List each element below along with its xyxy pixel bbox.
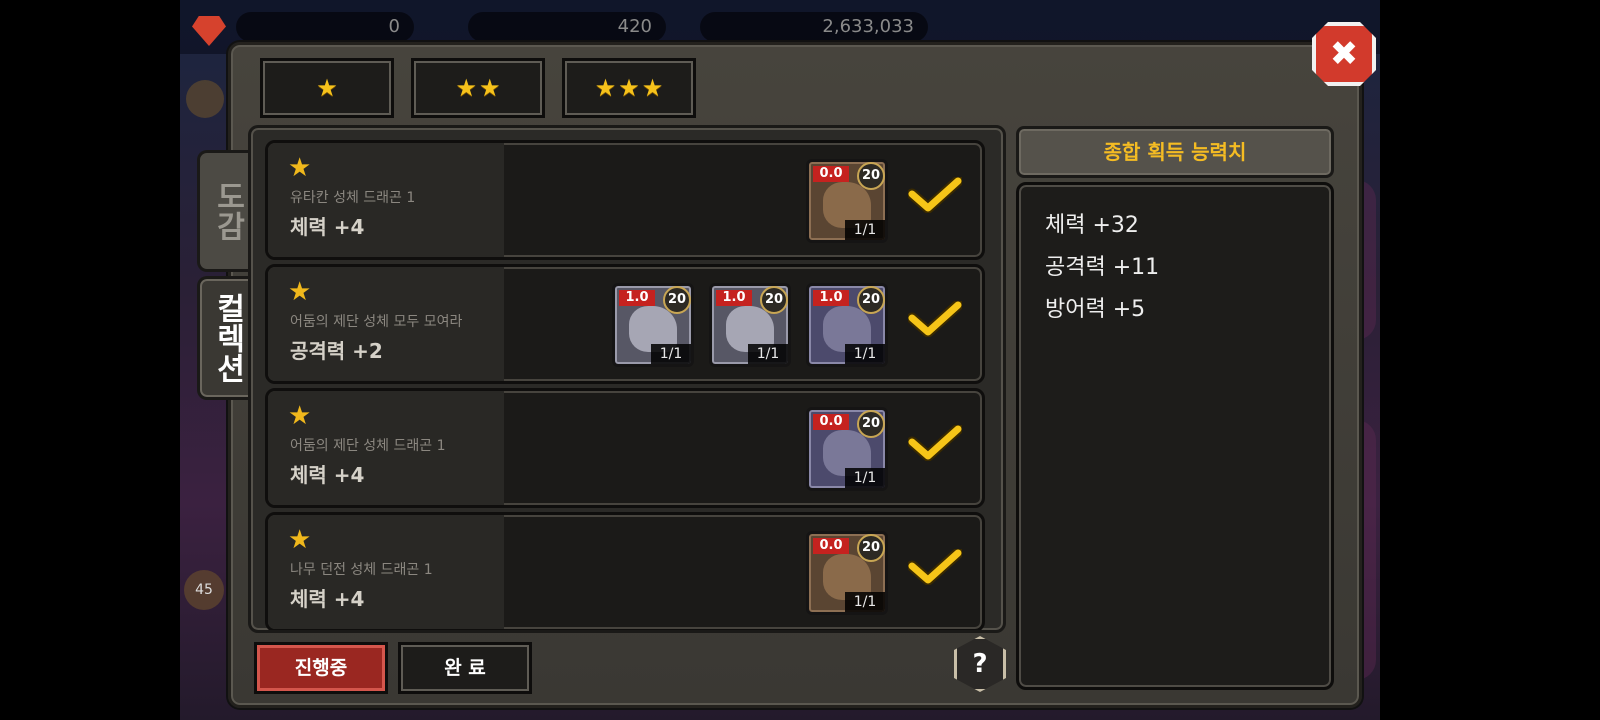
card-level: 20: [857, 534, 885, 562]
card-count: 1/1: [845, 220, 885, 240]
star-icon: ★: [641, 74, 664, 102]
checkmark-icon: [908, 549, 962, 585]
collection-list[interactable]: ★ 유타칸 성체 드래곤 1 체력 +4 0.0 20 1/1 ★ 어둠의 제단…: [248, 125, 1006, 633]
dragon-card[interactable]: 1.0 20 1/1: [709, 283, 791, 367]
checkmark-icon: [908, 425, 962, 461]
star-icon: ★: [479, 74, 501, 102]
summary-stats-box: 체력 +32 공격력 +11 방어력 +5: [1016, 182, 1334, 690]
card-level: 20: [760, 286, 788, 314]
star-icon: ★: [288, 277, 312, 307]
collection-item[interactable]: ★ 어둠의 제단 성체 모두 모여라 공격력 +2 1.0 20 1/1 1.0…: [265, 264, 985, 384]
card-count: 1/1: [845, 344, 885, 364]
tab-collection[interactable]: 컬렉션: [197, 276, 254, 400]
tab-encyclopedia-label: 도감: [210, 181, 245, 241]
star-filter-1[interactable]: ★: [260, 58, 394, 118]
card-count: 1/1: [845, 592, 885, 612]
summary-line: 체력 +32: [1045, 213, 1139, 238]
checkmark-icon: [908, 177, 962, 213]
checkmark-icon: [908, 301, 962, 337]
item-title: 어둠의 제단 성체 드래곤 1: [290, 438, 446, 454]
summary-header: 종합 획득 능력치: [1016, 126, 1334, 178]
in-progress-button[interactable]: 진행중: [254, 642, 388, 694]
card-count: 1/1: [748, 344, 788, 364]
star-filter-3[interactable]: ★ ★ ★: [562, 58, 696, 118]
card-ratio: 0.0: [813, 414, 849, 430]
star-icon: ★: [455, 74, 477, 102]
card-count: 1/1: [651, 344, 691, 364]
gold-counter: 2,633,033: [700, 12, 928, 42]
item-stat: 체력 +4: [290, 463, 365, 487]
card-ratio: 1.0: [619, 290, 655, 306]
item-stat: 체력 +4: [290, 215, 365, 239]
card-level: 20: [857, 410, 885, 438]
star-icon: ★: [594, 74, 617, 102]
star-icon: ★: [618, 74, 640, 102]
item-stat: 공격력 +2: [290, 339, 383, 363]
tab-collection-label: 컬렉션: [210, 293, 245, 383]
star-icon: ★: [316, 74, 338, 102]
item-title: 유타칸 성체 드래곤 1: [290, 190, 416, 206]
card-ratio: 1.0: [813, 290, 849, 306]
item-title: 어둠의 제단 성체 모두 모여라: [290, 314, 463, 330]
dragon-card[interactable]: 0.0 20 1/1: [806, 159, 888, 243]
star-filter-2[interactable]: ★ ★: [411, 58, 545, 118]
card-ratio: 1.0: [716, 290, 752, 306]
card-ratio: 0.0: [813, 166, 849, 182]
item-title: 나무 던전 성체 드래곤 1: [290, 562, 433, 578]
dragon-card[interactable]: 1.0 20 1/1: [806, 283, 888, 367]
star-icon: ★: [288, 525, 312, 555]
dragon-card[interactable]: 0.0 20 1/1: [806, 531, 888, 615]
collection-item[interactable]: ★ 유타칸 성체 드래곤 1 체력 +4 0.0 20 1/1: [265, 140, 985, 260]
card-count: 1/1: [845, 468, 885, 488]
summary-line: 공격력 +11: [1045, 255, 1160, 280]
item-stat: 체력 +4: [290, 587, 365, 611]
card-ratio: 0.0: [813, 538, 849, 554]
summary-line: 방어력 +5: [1045, 297, 1146, 322]
card-level: 20: [857, 286, 885, 314]
card-level: 20: [663, 286, 691, 314]
complete-button[interactable]: 완 료: [398, 642, 532, 694]
level-badge: 45: [184, 570, 224, 610]
gems-counter: 0: [236, 12, 414, 42]
dragon-card[interactable]: 0.0 20 1/1: [806, 407, 888, 491]
tab-encyclopedia[interactable]: 도감: [197, 150, 254, 272]
collection-item[interactable]: ★ 나무 던전 성체 드래곤 1 체력 +4 0.0 20 1/1: [265, 512, 985, 630]
dragon-card[interactable]: 1.0 20 1/1: [612, 283, 694, 367]
close-button[interactable]: ✖: [1312, 22, 1376, 86]
crystal-counter: 420: [468, 12, 666, 42]
card-level: 20: [857, 162, 885, 190]
star-icon: ★: [288, 401, 312, 431]
star-icon: ★: [288, 153, 312, 183]
collection-item[interactable]: ★ 어둠의 제단 성체 드래곤 1 체력 +4 0.0 20 1/1: [265, 388, 985, 508]
bg-help-orb: [186, 80, 224, 118]
